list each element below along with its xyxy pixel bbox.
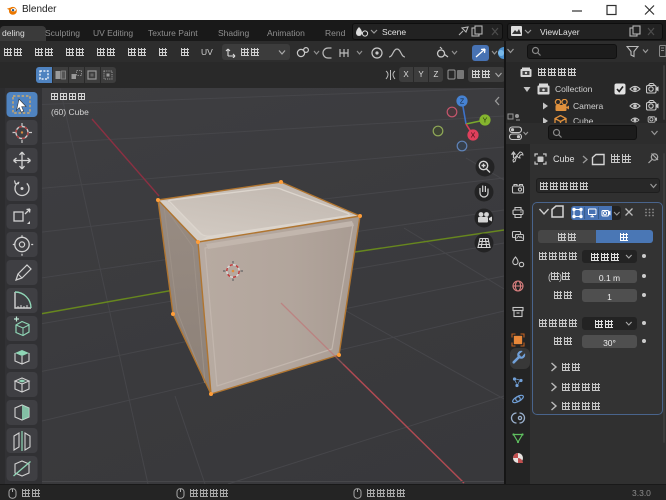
svg-text:Y: Y bbox=[483, 118, 488, 125]
svg-text:X: X bbox=[471, 133, 476, 140]
svg-text:Z: Z bbox=[460, 99, 465, 106]
